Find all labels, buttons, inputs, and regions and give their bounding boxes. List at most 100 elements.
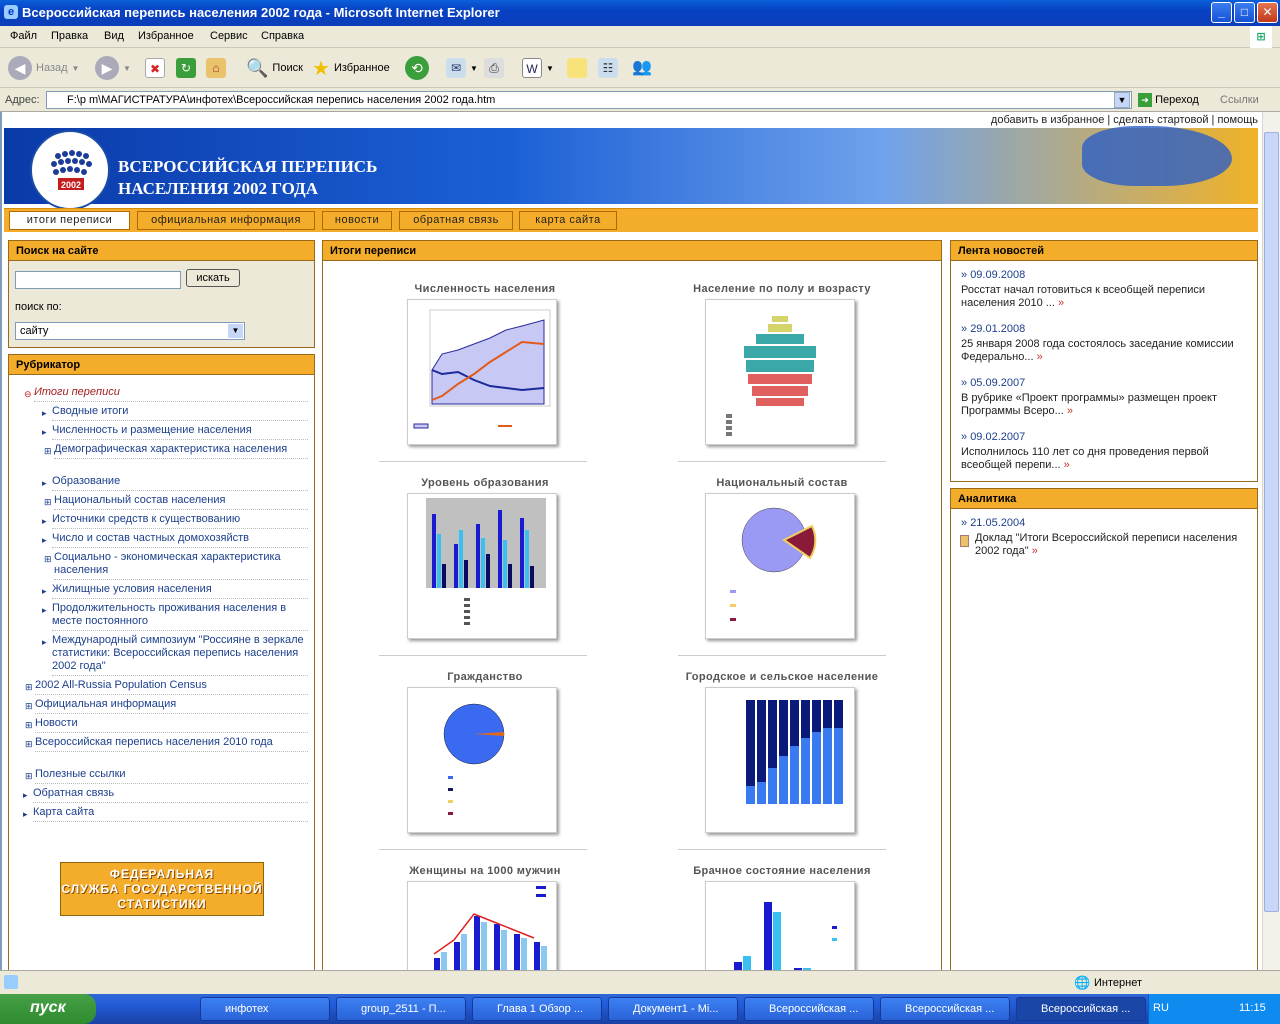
task-ie-1[interactable]: Всероссийская ... (744, 997, 874, 1021)
rubric-socio-economic[interactable]: ⊞ Социально - экономическая характеристик… (44, 551, 308, 580)
task-folder[interactable]: инфотех (200, 997, 330, 1021)
plus-icon: ⊞ (25, 701, 33, 711)
forward-button[interactable]: ▶ ▼ (95, 55, 131, 81)
education-bar-chart-graphic (426, 498, 546, 625)
ie-icon: e (4, 5, 18, 19)
search-icon: 🔍 (246, 57, 269, 78)
print-button[interactable]: ⎙ (484, 55, 504, 81)
rubric-symposium[interactable]: ▸ Международный симпозиум "Россияне в зер… (42, 634, 308, 676)
analytics-date[interactable]: » 21.05.2004 (961, 517, 1025, 529)
menu-favorites[interactable]: Избранное (138, 30, 194, 42)
links-button[interactable]: Ссылки (1220, 94, 1259, 106)
start-button[interactable]: пуск (0, 994, 96, 1024)
chart-thumbnail-citizenship[interactable] (407, 687, 557, 833)
menu-tools[interactable]: Сервис (210, 30, 248, 42)
discuss-button[interactable] (567, 55, 587, 81)
news-text[interactable]: Росстат начал готовиться к всеобщей пере… (961, 284, 1251, 310)
nav-census-results[interactable]: итоги переписи (9, 211, 130, 230)
rubric-households[interactable]: ▸ Число и состав частных домохозяйств (42, 532, 308, 548)
rubric-useful-links[interactable]: ⊞ Полезные ссылки (25, 768, 308, 784)
refresh-button[interactable]: ↻ (176, 55, 196, 81)
back-button[interactable]: ◀ Назад ▼ (8, 55, 79, 81)
rubric-summary[interactable]: ▸ Сводные итоги (42, 405, 308, 421)
rubric-sitemap[interactable]: ▸ Карта сайта (23, 806, 308, 822)
history-icon: ⟲ (405, 56, 429, 80)
rubric-feedback[interactable]: ▸ Обратная связь (23, 787, 308, 803)
favorites-button[interactable]: ★ Избранное (312, 55, 390, 81)
rubric-demographics[interactable]: ⊞ Демографическая характеристика населени… (44, 443, 308, 459)
chart-thumbnail-nationality[interactable] (705, 493, 855, 639)
news-text[interactable]: Исполнилось 110 лет со дня проведения пе… (961, 446, 1251, 472)
word-icon: W (522, 58, 542, 78)
rubric-income-sources[interactable]: ▸ Источники средств к существованию (42, 513, 308, 529)
clock[interactable]: 11:15 (1239, 1002, 1266, 1014)
more-arrow-icon: » (1057, 297, 1065, 309)
stop-icon: ✖ (145, 58, 165, 78)
rubric-official-info[interactable]: ⊞ Официальная информация (25, 698, 308, 714)
close-button[interactable]: ✕ (1257, 2, 1278, 23)
back-arrow-icon: ◀ (8, 56, 32, 80)
go-button[interactable]: ➜ Переход (1138, 93, 1199, 107)
chart-title-nationality: Национальный состав (716, 477, 848, 489)
scroll-thumb[interactable] (1264, 132, 1279, 912)
task-document[interactable]: Глава 1 Обзор ... (472, 997, 602, 1021)
chart-thumbnail-sex-age[interactable] (705, 299, 855, 445)
minimize-button[interactable]: _ (1211, 2, 1232, 23)
search-scope-label: поиск по: (15, 301, 62, 313)
home-button[interactable]: ⌂ (206, 55, 226, 81)
rubric-english-census[interactable]: ⊞ 2002 All-Russia Population Census (25, 679, 308, 695)
task-image[interactable]: group_2511 - П... (336, 997, 466, 1021)
news-date[interactable]: » 09.02.2007 (961, 431, 1025, 443)
plus-icon: ⊞ (25, 739, 33, 749)
task-ie-2[interactable]: Всероссийская ... (880, 997, 1010, 1021)
rubric-housing[interactable]: ▸ Жилищные условия населения (42, 583, 308, 599)
address-input[interactable]: F:\p m\МАГИСТРАТУРА\инфотех\Всероссийска… (46, 91, 1132, 109)
rubric-residence-duration[interactable]: ▸ Продолжительность проживания населения … (42, 602, 308, 631)
analytics-text[interactable]: Доклад "Итоги Всероссийской переписи нас… (975, 532, 1245, 558)
task-word[interactable]: Документ1 - Mi... (608, 997, 738, 1021)
menu-file[interactable]: Файл (10, 30, 37, 42)
census-logo[interactable]: 2002 (30, 130, 110, 210)
rosstat-banner[interactable]: ФЕДЕРАЛЬНАЯ СЛУЖБА ГОСУДАРСТВЕННОЙ СТАТИСТ… (60, 862, 264, 916)
news-text[interactable]: В рубрике «Проект программы» размещен пр… (961, 392, 1251, 418)
menu-edit[interactable]: Правка (51, 30, 88, 42)
menu-view[interactable]: Вид (104, 30, 124, 42)
news-date[interactable]: » 09.09.2008 (961, 269, 1025, 281)
site-search-input[interactable] (15, 271, 181, 289)
search-scope-select[interactable]: сайту ▼ (15, 322, 245, 340)
rubric-census-results[interactable]: ⊖ Итоги переписи (24, 386, 308, 402)
news-date[interactable]: » 29.01.2008 (961, 323, 1025, 335)
news-text[interactable]: 25 января 2008 года состоялось заседание… (961, 338, 1251, 364)
history-button[interactable]: ⟲ (405, 55, 429, 81)
search-submit-button[interactable]: искать (186, 269, 240, 287)
title-bar[interactable]: e Всероссийская перепись населения 2002 … (0, 0, 1280, 26)
chart-thumbnail-women-per-men[interactable] (407, 881, 557, 970)
rubric-population-size[interactable]: ▸ Численность и размещение населения (42, 424, 308, 440)
rubric-nationality[interactable]: ⊞ Национальный состав населения (44, 494, 308, 510)
news-date[interactable]: » 05.09.2007 (961, 377, 1025, 389)
nav-news[interactable]: новости (322, 211, 392, 230)
stop-button[interactable]: ✖ (145, 55, 165, 81)
language-indicator[interactable]: RU (1153, 1002, 1169, 1014)
search-button[interactable]: 🔍 Поиск (246, 55, 303, 81)
rubric-census-2010[interactable]: ⊞ Всероссийская перепись населения 2010 г… (25, 736, 308, 752)
nav-official-info[interactable]: официальная информация (137, 211, 315, 230)
task-ie-active[interactable]: Всероссийская ... (1016, 997, 1146, 1021)
nav-sitemap[interactable]: карта сайта (519, 211, 617, 230)
rubric-news[interactable]: ⊞ Новости (25, 717, 308, 733)
address-dropdown[interactable]: ▼ (1114, 92, 1130, 108)
mail-button[interactable]: ✉ ▼ (446, 55, 478, 81)
chart-thumbnail-education[interactable] (407, 493, 557, 639)
top-links[interactable]: добавить в избранное | сделать стартовой… (2, 114, 1258, 126)
research-button[interactable]: ☷ (598, 55, 618, 81)
vertical-scrollbar[interactable] (1262, 112, 1280, 970)
chart-thumbnail-population[interactable] (407, 299, 557, 445)
chart-thumbnail-urban-rural[interactable] (705, 687, 855, 833)
rubric-education[interactable]: ▸ Образование (42, 475, 308, 491)
chart-thumbnail-marital-status[interactable] (705, 881, 855, 970)
nav-feedback[interactable]: обратная связь (399, 211, 513, 230)
menu-help[interactable]: Справка (261, 30, 304, 42)
maximize-button[interactable]: □ (1234, 2, 1255, 23)
messenger-button[interactable]: 👥 (632, 55, 652, 81)
edit-button[interactable]: W ▼ (522, 55, 554, 81)
